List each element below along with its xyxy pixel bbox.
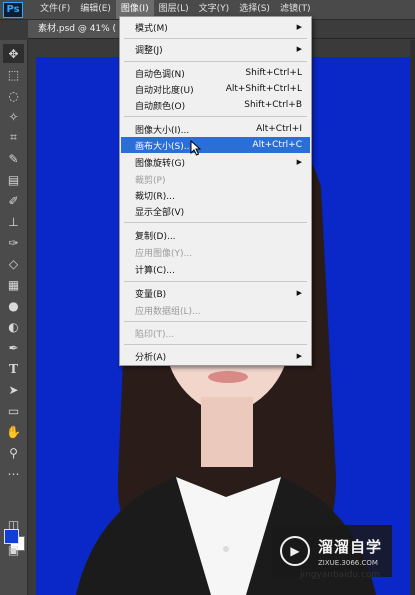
menu-separator	[124, 321, 307, 322]
crop-tool-icon[interactable]: ⌗	[3, 128, 24, 147]
more-tools-icon[interactable]: ⋯	[3, 464, 24, 483]
hand-tool-icon[interactable]: ✋	[3, 422, 24, 441]
menu-item-image-size[interactable]: 图像大小(I)... Alt+Ctrl+I	[121, 121, 310, 137]
pen-tool-icon[interactable]: ✒	[3, 338, 24, 357]
menu-item-mode[interactable]: 模式(M) ▶	[121, 19, 310, 35]
type-tool-icon[interactable]: T	[3, 359, 24, 378]
image-menu-dropdown: 模式(M) ▶ 调整(J) ▶ 自动色调(N) Shift+Ctrl+L 自动对比度(…	[119, 16, 312, 366]
watermark-strip: jingyanbaidu.com	[300, 570, 381, 580]
submenu-arrow-icon: ▶	[296, 352, 302, 360]
path-select-icon[interactable]: ➤	[3, 380, 24, 399]
menu-item-image-rotation[interactable]: 图像旋转(G) ▶	[121, 154, 310, 170]
shape-tool-icon[interactable]: ▭	[3, 401, 24, 420]
history-brush-icon[interactable]: ✑	[3, 233, 24, 252]
submenu-arrow-icon: ▶	[296, 158, 302, 166]
blur-icon[interactable]: ●	[3, 296, 24, 315]
photoshop-logo: Ps	[3, 1, 23, 18]
document-tab[interactable]: 素材.psd @ 41% (	[28, 20, 120, 38]
foreground-color-swatch[interactable]	[4, 529, 19, 544]
menu-item-trim[interactable]: 裁切(R)...	[121, 187, 310, 203]
menu-item-reveal-all[interactable]: 显示全部(V)	[121, 203, 310, 219]
gradient-icon[interactable]: ▦	[3, 275, 24, 294]
dodge-icon[interactable]: ◐	[3, 317, 24, 336]
menu-separator	[124, 61, 307, 62]
menu-item-adjustments[interactable]: 调整(J) ▶	[121, 41, 310, 57]
menu-separator	[124, 222, 307, 223]
menu-item-duplicate[interactable]: 复制(D)...	[121, 227, 310, 243]
menu-item-apply-data-set: 应用数据组(L)...	[135, 306, 201, 317]
eraser-icon[interactable]: ◇	[3, 254, 24, 273]
watermark-url: ZIXUE.3066.COM	[318, 558, 378, 567]
eyedropper-icon[interactable]: ✎	[3, 149, 24, 168]
watermark-name: 溜溜自学	[318, 537, 383, 556]
menu-item-canvas-size[interactable]: 画布大小(S)... Alt+Ctrl+C	[121, 137, 310, 153]
lasso-tool-icon[interactable]: ◌	[3, 86, 24, 105]
menu-item-auto-color[interactable]: 自动颜色(O) Shift+Ctrl+B	[121, 97, 310, 113]
menu-separator	[124, 38, 307, 39]
submenu-arrow-icon: ▶	[296, 45, 302, 53]
play-logo-icon: ▶	[280, 536, 310, 566]
menu-item-auto-contrast[interactable]: 自动对比度(U) Alt+Shift+Ctrl+L	[121, 81, 310, 97]
right-scrollbar[interactable]	[410, 40, 415, 595]
healing-brush-icon[interactable]: ▤	[3, 170, 24, 189]
clone-stamp-icon[interactable]: ⊥	[3, 212, 24, 231]
menu-item-crop: 裁剪(P)	[135, 175, 166, 186]
submenu-arrow-icon: ▶	[296, 23, 302, 31]
menu-item-calculations[interactable]: 计算(C)...	[121, 261, 310, 277]
magic-wand-icon[interactable]: ✧	[3, 107, 24, 126]
menu-file[interactable]: 文件(F)	[35, 0, 75, 19]
zoom-tool-icon[interactable]: ⚲	[3, 443, 24, 462]
menu-separator	[124, 344, 307, 345]
brush-tool-icon[interactable]: ✐	[3, 191, 24, 210]
tools-panel: ✥ ⬚ ◌ ✧ ⌗ ✎ ▤ ✐ ⊥ ✑ ◇ ▦ ● ◐ ✒ T ➤ ▭ ✋ ⚲ …	[0, 40, 28, 595]
menu-item-auto-tone[interactable]: 自动色调(N) Shift+Ctrl+L	[121, 65, 310, 81]
move-tool-icon[interactable]: ✥	[3, 44, 24, 63]
menu-separator	[124, 281, 307, 282]
menu-item-apply-image: 应用图像(Y)...	[135, 248, 193, 259]
menu-edit[interactable]: 编辑(E)	[75, 0, 116, 19]
menu-separator	[124, 116, 307, 117]
submenu-arrow-icon: ▶	[296, 289, 302, 297]
marquee-tool-icon[interactable]: ⬚	[3, 65, 24, 84]
menu-item-analysis[interactable]: 分析(A) ▶	[121, 348, 310, 364]
menu-item-trap: 陷印(T)...	[135, 329, 175, 340]
menu-item-variables[interactable]: 变量(B) ▶	[121, 285, 310, 301]
mouse-cursor-icon	[190, 140, 202, 156]
